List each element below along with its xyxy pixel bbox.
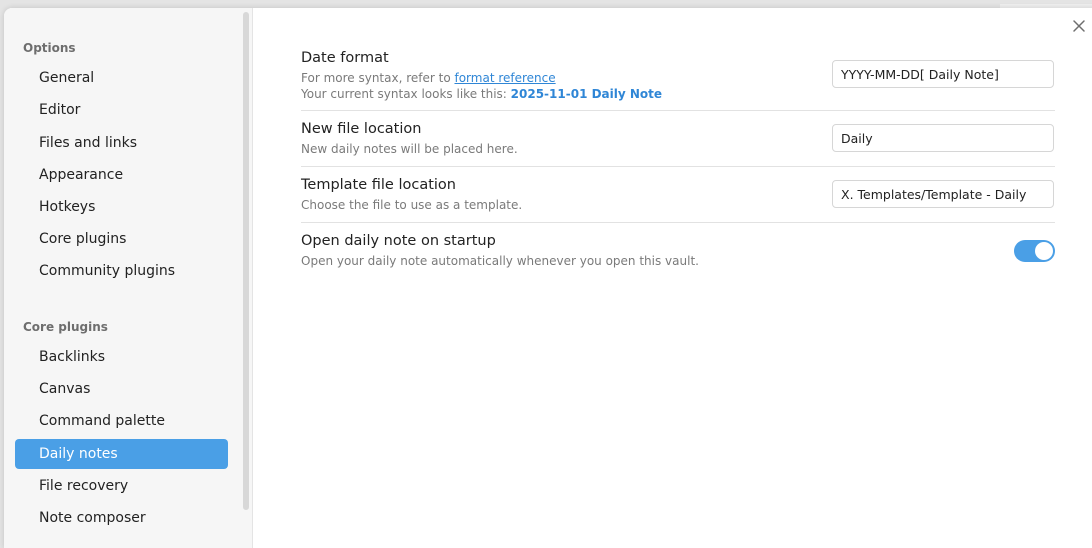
sidebar-scrollbar[interactable] xyxy=(243,12,249,510)
settings-modal: Options General Editor Files and links A… xyxy=(4,8,1092,548)
close-icon xyxy=(1073,20,1085,32)
setting-description: Open your daily note automatically whene… xyxy=(301,254,699,268)
toggle-knob xyxy=(1035,242,1053,260)
sidebar-item-editor[interactable]: Editor xyxy=(15,95,228,125)
new-file-location-input[interactable]: Daily xyxy=(832,124,1054,152)
format-reference-link[interactable]: format reference xyxy=(454,71,555,85)
sidebar-heading-core-plugins: Core plugins xyxy=(23,320,108,334)
setting-open-on-startup: Open daily note on startup Open your dai… xyxy=(301,232,1055,269)
sidebar-item-command-palette[interactable]: Command palette xyxy=(15,406,228,436)
open-on-startup-toggle[interactable] xyxy=(1014,240,1055,262)
sidebar-heading-options: Options xyxy=(23,41,76,55)
sidebar-item-daily-notes[interactable]: Daily notes xyxy=(15,439,228,469)
sidebar-item-backlinks[interactable]: Backlinks xyxy=(15,342,228,372)
date-format-input[interactable]: YYYY-MM-DD[ Daily Note] xyxy=(832,60,1054,88)
sidebar-item-appearance[interactable]: Appearance xyxy=(15,160,228,190)
sidebar-item-community-plugins[interactable]: Community plugins xyxy=(15,256,228,286)
sidebar-item-canvas[interactable]: Canvas xyxy=(15,374,228,404)
sidebar-item-file-recovery[interactable]: File recovery xyxy=(15,471,228,501)
close-button[interactable] xyxy=(1070,17,1088,35)
sidebar-item-files-and-links[interactable]: Files and links xyxy=(15,128,228,158)
sidebar-item-note-composer[interactable]: Note composer xyxy=(15,503,228,533)
current-syntax-preview: 2025-11-01 Daily Note xyxy=(510,87,663,101)
setting-name: Open daily note on startup xyxy=(301,233,496,249)
settings-sidebar: Options General Editor Files and links A… xyxy=(4,8,253,548)
divider xyxy=(301,222,1055,223)
sidebar-item-general[interactable]: General xyxy=(15,63,228,93)
desc-text: For more syntax, refer to xyxy=(301,71,455,85)
desc-text: Your current syntax looks like this: xyxy=(301,87,511,101)
divider xyxy=(301,110,1055,111)
divider xyxy=(301,166,1055,167)
sidebar-item-hotkeys[interactable]: Hotkeys xyxy=(15,192,228,222)
template-file-location-input[interactable]: X. Templates/Template - Daily xyxy=(832,180,1054,208)
sidebar-item-core-plugins[interactable]: Core plugins xyxy=(15,224,228,254)
